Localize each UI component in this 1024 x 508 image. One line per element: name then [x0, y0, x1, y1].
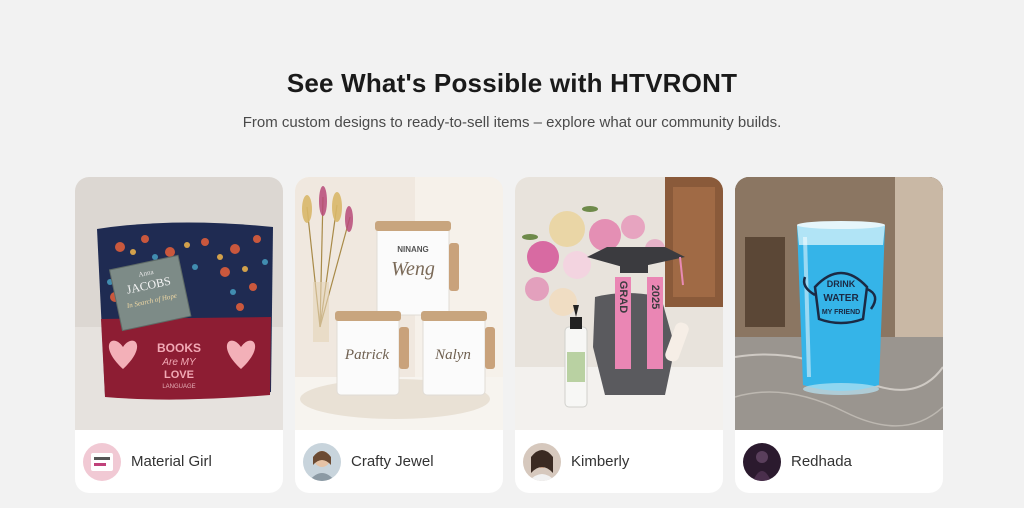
mug-right-text: Nalyn [434, 347, 471, 363]
mugs-photo[interactable]: NINANG Weng Patrick Nalyn [295, 177, 503, 430]
pocket-line-1: BOOKS [157, 341, 201, 355]
card-footer: Kimberly [515, 430, 723, 493]
avatar[interactable] [83, 442, 121, 481]
showcase-card-2[interactable]: NINANG Weng Patrick Nalyn Crafty Jewel [295, 177, 503, 493]
card-row: Anna JACOBS In Search of Hope BOOKS Are … [75, 177, 943, 493]
author-name[interactable]: Material Girl [131, 453, 212, 470]
card-footer: Redhada [735, 430, 943, 493]
pocket-line-2: Are MY [161, 357, 197, 368]
mug-left-text: Patrick [344, 347, 389, 363]
author-name[interactable]: Kimberly [571, 453, 629, 470]
glass-line-1: DRINK [827, 279, 856, 289]
graduation-photo[interactable]: GRAD 2025 [515, 177, 723, 430]
avatar[interactable] [743, 442, 781, 481]
card-footer: Material Girl [75, 430, 283, 493]
glass-line-2: WATER [823, 293, 859, 304]
card-footer: Crafty Jewel [295, 430, 503, 493]
avatar[interactable] [303, 442, 341, 481]
mug-top-line-1: NINANG [397, 245, 429, 254]
pillow-photo[interactable]: Anna JACOBS In Search of Hope BOOKS Are … [75, 177, 283, 430]
section-title: See What's Possible with HTVRONT [286, 68, 738, 98]
author-name[interactable]: Crafty Jewel [351, 453, 434, 470]
author-name[interactable]: Redhada [791, 453, 852, 470]
avatar[interactable] [523, 442, 561, 481]
section-subtitle: From custom designs to ready-to-sell ite… [242, 114, 782, 131]
mug-top-line-2: Weng [391, 258, 435, 280]
showcase-card-3[interactable]: GRAD 2025 Kimberly [515, 177, 723, 493]
pocket-line-3: LOVE [164, 369, 194, 381]
community-showcase: See What's Possible with HTVRONT From cu… [0, 0, 1024, 508]
stole-left-text: GRAD [617, 281, 629, 313]
showcase-card-1[interactable]: Anna JACOBS In Search of Hope BOOKS Are … [75, 177, 283, 493]
stole-right-text: 2025 [649, 285, 661, 309]
pocket-line-4: LANGUAGE [162, 384, 195, 390]
glass-photo[interactable]: DRINK WATER MY FRIEND [735, 177, 943, 430]
showcase-card-4[interactable]: DRINK WATER MY FRIEND Redhada [735, 177, 943, 493]
glass-line-3: MY FRIEND [822, 309, 860, 316]
